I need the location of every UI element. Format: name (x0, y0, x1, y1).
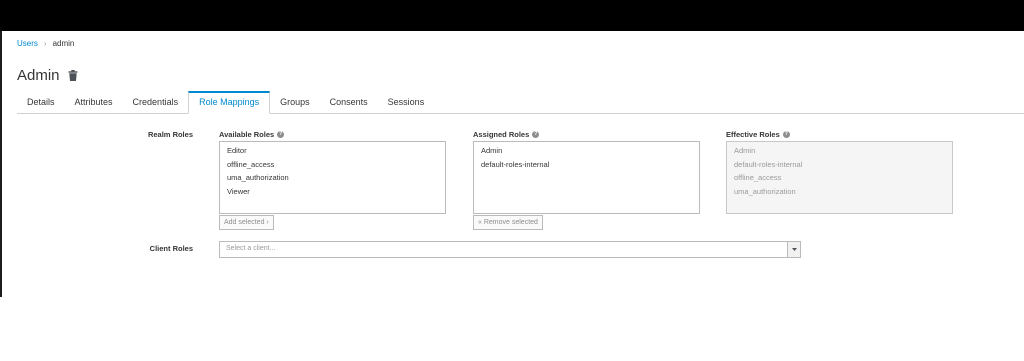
page-title-row: Admin (17, 67, 78, 84)
realm-roles-label: Realm Roles (147, 130, 193, 139)
help-icon[interactable]: ? (277, 131, 285, 138)
page: Users › admin Admin Details Attributes Cre… (0, 31, 1024, 361)
breadcrumb-users-link[interactable]: Users (17, 39, 38, 48)
available-roles-label: Available Roles (219, 130, 275, 139)
window-edge (0, 31, 2, 297)
tab-consents[interactable]: Consents (320, 91, 378, 113)
list-item[interactable]: Viewer (220, 185, 445, 199)
tab-attributes[interactable]: Attributes (65, 91, 123, 113)
page-title: Admin (17, 67, 60, 84)
list-item[interactable]: uma_authorization (220, 171, 445, 185)
assigned-roles-list[interactable]: Admin default-roles-internal (473, 141, 700, 214)
list-item: offline_access (734, 173, 782, 183)
client-select-placeholder: Select a client... (226, 245, 276, 252)
tab-sessions[interactable]: Sessions (378, 91, 435, 113)
tab-bar: Details Attributes Credentials Role Mapp… (17, 91, 1024, 114)
list-item[interactable]: Admin (474, 144, 699, 158)
breadcrumb: Users › admin (17, 39, 74, 48)
list-item[interactable]: Editor (220, 144, 445, 158)
list-item: uma_authorization (734, 186, 796, 196)
help-icon[interactable]: ? (532, 131, 540, 138)
help-icon[interactable]: ? (782, 131, 790, 138)
list-item[interactable]: default-roles-internal (474, 158, 699, 172)
tab-groups[interactable]: Groups (270, 91, 320, 113)
effective-roles-list: Admin default-roles-internal offline_acc… (726, 141, 953, 214)
available-roles-header: Available Roles ? (219, 130, 285, 139)
available-roles-list[interactable]: Editor offline_access uma_authorization … (219, 141, 446, 214)
tab-credentials[interactable]: Credentials (123, 91, 189, 113)
caret-down-icon[interactable] (787, 242, 800, 257)
remove-selected-button[interactable]: « Remove selected (473, 215, 543, 230)
tab-details[interactable]: Details (17, 91, 65, 113)
list-item: default-roles-internal (734, 159, 803, 169)
assigned-roles-header: Assigned Roles ? (473, 130, 540, 139)
client-roles-label: Client Roles (149, 244, 193, 253)
trash-icon[interactable] (68, 70, 78, 81)
effective-roles-header: Effective Roles ? (726, 130, 790, 139)
breadcrumb-separator: › (43, 39, 47, 48)
assigned-roles-label: Assigned Roles (473, 130, 530, 139)
effective-roles-label: Effective Roles (726, 130, 780, 139)
add-selected-button[interactable]: Add selected › (219, 215, 274, 230)
client-select[interactable]: Select a client... (219, 241, 801, 258)
tab-role-mappings[interactable]: Role Mappings (188, 91, 271, 114)
list-item[interactable]: offline_access (220, 158, 445, 172)
breadcrumb-current: admin (52, 39, 75, 48)
list-item: Admin (734, 146, 756, 155)
